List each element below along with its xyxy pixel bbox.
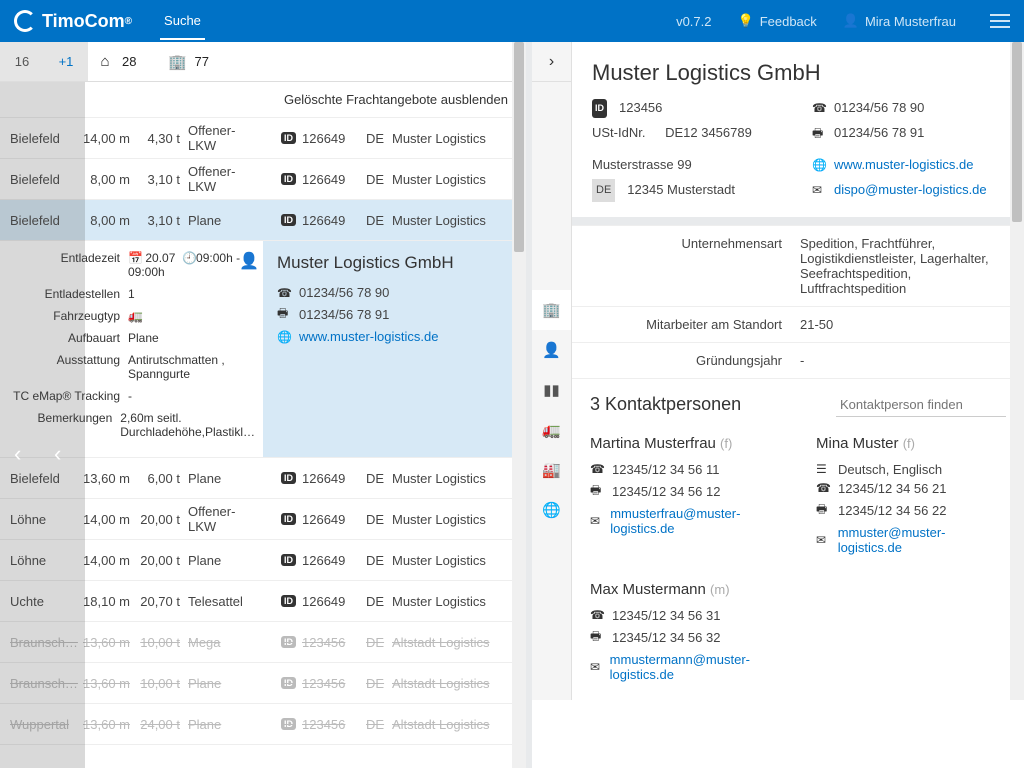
contact-email[interactable]: mmusterfrau@muster-logistics.de	[610, 506, 780, 536]
app-version: v0.7.2	[676, 14, 711, 29]
company-email[interactable]: dispo@muster-logistics.de	[834, 178, 987, 203]
id-pill-icon: ID	[281, 132, 296, 144]
table-row[interactable]: Braunsch… 13,60 m 10,00 t Mega ID123456 …	[0, 622, 526, 663]
phone-icon: ☎	[277, 286, 291, 300]
id-pill-icon: ID	[281, 636, 296, 648]
count-77: 77	[194, 54, 208, 69]
brand-logo[interactable]: TimoCom®	[14, 10, 132, 32]
side-truck-icon[interactable]: 🚛	[532, 410, 571, 450]
fax-icon: 🖶	[590, 481, 604, 502]
phone-icon: ☎	[812, 97, 826, 120]
company-url-link[interactable]: www.muster-logistics.de	[299, 329, 438, 344]
company-header: Muster Logistics GmbH ID123456 USt-IdNr.…	[572, 42, 1024, 217]
tab-plus1[interactable]: +1	[44, 42, 88, 81]
side-building-icon[interactable]: 🏢	[532, 290, 571, 330]
expanded-details: Entladezeit 📅 20.07 🕘09:00h - 09:00h Ent…	[0, 241, 263, 457]
mail-icon: ✉	[590, 660, 602, 674]
brand-text: TimoCom	[42, 11, 125, 32]
feedback-link[interactable]: 💡 Feedback	[738, 13, 817, 29]
contacts-header: 3 Kontaktpersonen	[572, 379, 1024, 427]
lightbulb-icon: 💡	[738, 13, 754, 29]
side-warehouse-icon[interactable]: 🏭	[532, 450, 571, 490]
company-website[interactable]: www.muster-logistics.de	[834, 153, 973, 178]
lang-icon: ☰	[816, 462, 830, 476]
id-pill-icon: ID	[281, 214, 296, 226]
detail-sidebar: › 🏢 👤 ▮▮ 🚛 🏭 🌐	[532, 42, 572, 700]
table-row[interactable]: Bielefeld 8,00 m 3,10 t Plane ID126649 D…	[0, 200, 526, 241]
globe-icon: 🌐	[812, 154, 826, 177]
id-pill-icon: ID	[281, 554, 296, 566]
mail-icon: ✉	[816, 533, 830, 547]
company-details-table: UnternehmensartSpedition, Frachtführer, …	[572, 225, 1024, 379]
right-scrollbar[interactable]	[1010, 42, 1024, 700]
side-person-icon[interactable]: 👤	[532, 330, 571, 370]
contact-card: Martina Musterfrau (f)☎12345/12 34 56 11…	[572, 427, 798, 573]
building-icon[interactable]: 🏢	[160, 53, 194, 71]
id-pill-icon: ID	[281, 472, 296, 484]
id-pill-icon: ID	[281, 513, 296, 525]
collapse-icon[interactable]: ›	[532, 42, 571, 82]
table-row[interactable]: Braunsch… 13,60 m 10,00 t Plane ID123456…	[0, 663, 526, 704]
table-row[interactable]: Bielefeld 14,00 m 4,30 t Offener-LKW ID1…	[0, 118, 526, 159]
table-row[interactable]: Löhne 14,00 m 20,00 t Plane ID126649 DE …	[0, 540, 526, 581]
clock-icon: 🕘	[182, 251, 196, 265]
contact-card: Mina Muster (f)☰Deutsch, Englisch☎12345/…	[798, 427, 1024, 573]
contact-email[interactable]: mmustermann@muster-logistics.de	[610, 652, 780, 682]
side-barcode-icon[interactable]: ▮▮	[532, 370, 571, 410]
results-panel: 16 +1 ⌂ 28 🏢 77 Gelöschte Frachtangebote…	[0, 42, 532, 768]
table-row[interactable]: Wuppertal 13,60 m 24,00 t Plane ID123456…	[0, 704, 526, 745]
fax-icon: 🖶	[590, 627, 604, 648]
mail-icon: ✉	[590, 514, 602, 528]
row-expanded: Entladezeit 📅 20.07 🕘09:00h - 09:00h Ent…	[0, 241, 526, 458]
fax-icon: 🖶	[277, 304, 291, 325]
hamburger-icon[interactable]	[990, 14, 1010, 28]
home-icon[interactable]: ⌂	[88, 53, 122, 70]
user-menu[interactable]: 👤 Mira Musterfrau	[843, 13, 956, 29]
scroll-left-icon[interactable]: ‹	[14, 441, 21, 467]
globe-icon: 🌐	[277, 330, 291, 344]
app-header: TimoCom® Suche v0.7.2 💡 Feedback 👤 Mira …	[0, 0, 1024, 42]
person-icon: 👤	[239, 251, 259, 271]
contact-card: Max Mustermann (m)☎12345/12 34 56 31🖶123…	[572, 573, 798, 700]
id-pill-icon: ID	[281, 677, 296, 689]
phone-icon: ☎	[590, 462, 604, 476]
logo-swirl-icon	[14, 10, 36, 32]
user-icon: 👤	[843, 13, 859, 29]
count-28: 28	[122, 54, 136, 69]
detail-panel: › 🏢 👤 ▮▮ 🚛 🏭 🌐 Muster Logistics GmbH ID1…	[532, 42, 1024, 768]
table-row[interactable]: Bielefeld 8,00 m 3,10 t Offener-LKW ID12…	[0, 159, 526, 200]
phone-icon: ☎	[816, 481, 830, 495]
contact-search-input[interactable]	[836, 393, 1006, 417]
id-badge: ID	[592, 99, 607, 118]
left-scrollbar[interactable]	[512, 42, 526, 768]
calendar-icon: 📅	[128, 251, 142, 265]
table-row[interactable]: Löhne 14,00 m 20,00 t Offener-LKW ID1266…	[0, 499, 526, 540]
country-badge: DE	[592, 179, 615, 202]
id-pill-icon: ID	[281, 718, 296, 730]
company-title: Muster Logistics GmbH	[592, 60, 1004, 86]
nav-search[interactable]: Suche	[160, 2, 205, 40]
expanded-company: 👤 Muster Logistics GmbH ☎01234/56 78 90 …	[263, 241, 526, 457]
truck-icon: 🚛	[128, 309, 255, 323]
hide-deleted-filter[interactable]: Gelöschte Frachtangebote ausblenden	[0, 82, 526, 118]
scroll-left2-icon[interactable]: ‹	[54, 441, 61, 467]
table-row[interactable]: Uchte 18,10 m 20,70 t Telesattel ID12664…	[0, 581, 526, 622]
tab-16[interactable]: 16	[0, 42, 44, 81]
id-pill-icon: ID	[281, 595, 296, 607]
fax-icon: 🖶	[812, 122, 826, 145]
fax-icon: 🖶	[816, 500, 830, 521]
id-pill-icon: ID	[281, 173, 296, 185]
phone-icon: ☎	[590, 608, 604, 622]
mail-icon: ✉	[812, 179, 826, 202]
results-tabs: 16 +1 ⌂ 28 🏢 77	[0, 42, 526, 82]
table-row[interactable]: Bielefeld 13,60 m 6,00 t Plane ID126649 …	[0, 458, 526, 499]
company-name: Muster Logistics GmbH	[277, 253, 516, 273]
contact-email[interactable]: mmuster@muster-logistics.de	[838, 525, 1006, 555]
side-globe-icon[interactable]: 🌐	[532, 490, 571, 530]
